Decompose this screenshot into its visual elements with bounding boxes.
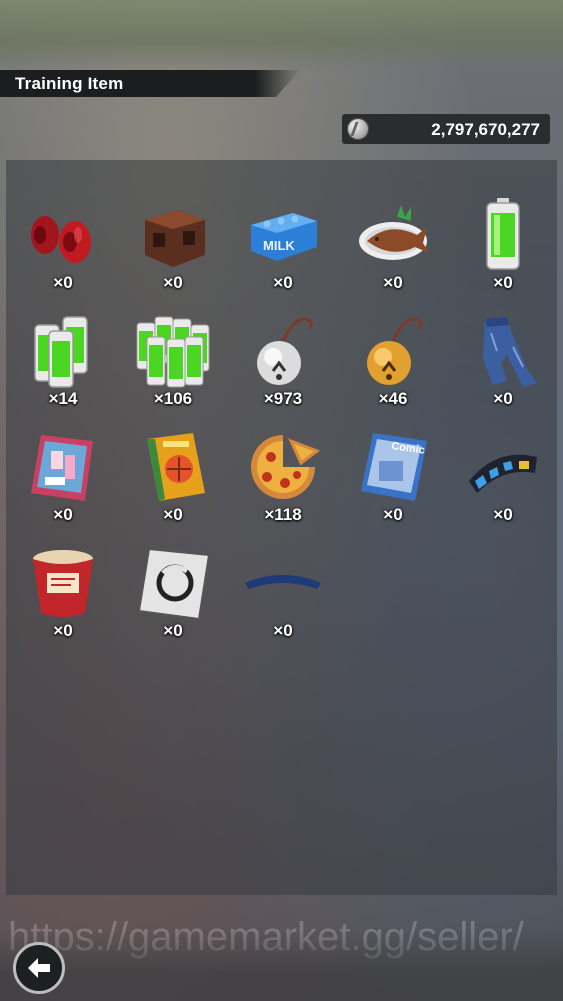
headband-icon: [469, 454, 537, 493]
item-slot[interactable]: ×0: [228, 543, 338, 653]
item-slot[interactable]: ×118: [228, 427, 338, 537]
item-quantity: ×118: [264, 505, 302, 524]
back-arrow-icon: [28, 958, 50, 978]
item-quantity: ×0: [53, 505, 73, 524]
blue-band-icon: [245, 575, 321, 589]
item-quantity: ×14: [48, 389, 78, 408]
item-slot[interactable]: ×106: [118, 311, 228, 421]
battery-bundle-icon: [136, 316, 210, 388]
pizza-icon: [251, 435, 321, 499]
silver-bell-icon: [257, 317, 313, 385]
item-quantity: ×0: [163, 273, 183, 292]
item-slot[interactable]: ×0: [448, 311, 558, 421]
battery-pack-icon: [34, 316, 88, 388]
item-quantity: ×0: [383, 273, 403, 292]
gold-bell-icon: [367, 317, 423, 385]
item-quantity: ×0: [273, 621, 293, 640]
item-slot[interactable]: ×14: [8, 311, 118, 421]
top-background-band: [0, 0, 563, 70]
item-slot[interactable]: ×0: [8, 195, 118, 305]
item-slot[interactable]: ×0: [118, 195, 228, 305]
item-quantity: ×0: [163, 621, 183, 640]
bottom-bar: [0, 930, 563, 1001]
item-slot[interactable]: ×0: [118, 543, 228, 653]
item-quantity: ×0: [163, 505, 183, 524]
orange-book-icon: [147, 433, 205, 501]
item-slot[interactable]: Comic ×0: [338, 427, 448, 537]
item-slot[interactable]: ×0: [8, 543, 118, 653]
svg-text:MILK: MILK: [263, 238, 295, 253]
jeans-icon: [483, 317, 537, 387]
comic-book-icon: Comic: [361, 433, 427, 501]
item-slot[interactable]: MILK ×0: [228, 195, 338, 305]
magazine-icon: [31, 435, 93, 501]
milk-crate-icon: MILK: [251, 213, 317, 261]
item-quantity: ×0: [383, 505, 403, 524]
grilled-fish-icon: [359, 205, 429, 260]
item-quantity: ×46: [378, 389, 408, 408]
item-quantity: ×0: [493, 505, 513, 524]
item-quantity: ×0: [493, 389, 513, 408]
item-slot[interactable]: ×0: [118, 427, 228, 537]
item-slot[interactable]: ×0: [448, 427, 558, 537]
item-slot[interactable]: ×973: [228, 311, 338, 421]
item-quantity: ×0: [53, 273, 73, 292]
coin-icon: [347, 118, 369, 140]
item-slot[interactable]: ×46: [338, 311, 448, 421]
instant-noodle-cup-icon: [33, 550, 93, 617]
item-quantity: ×973: [263, 389, 303, 408]
currency-display: 2,797,670,277: [342, 114, 550, 144]
title-bar: Training Item: [0, 70, 300, 97]
back-button[interactable]: [13, 942, 65, 994]
item-quantity: ×0: [53, 621, 73, 640]
symbol-card-icon: [137, 547, 211, 621]
battery-single-icon: [486, 198, 520, 270]
red-weights-icon: [31, 216, 91, 263]
item-quantity: ×106: [153, 389, 193, 408]
item-slot[interactable]: ×0: [8, 427, 118, 537]
currency-value: 2,797,670,277: [431, 120, 540, 139]
item-slot[interactable]: ×0: [338, 195, 448, 305]
item-slot[interactable]: ×0: [448, 195, 558, 305]
page-title: Training Item: [15, 74, 124, 93]
brown-blocks-icon: [145, 210, 205, 267]
item-quantity: ×0: [273, 273, 293, 292]
item-quantity: ×0: [493, 273, 513, 292]
